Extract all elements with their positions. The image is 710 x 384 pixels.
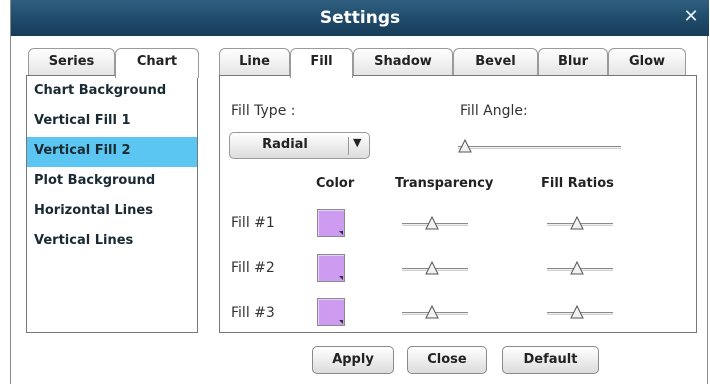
fill-settings-panel: Fill Type : Fill Angle: Radial ▼ Color T…	[219, 75, 697, 333]
slider-thumb-icon[interactable]	[570, 261, 584, 275]
list-item-vertical-fill-1[interactable]: Vertical Fill 1	[27, 107, 197, 137]
fill-1-color-swatch[interactable]	[317, 209, 345, 237]
tab-series[interactable]: Series	[28, 48, 115, 76]
default-button[interactable]: Default	[502, 346, 599, 374]
fill-3-transparency-slider[interactable]	[402, 305, 468, 320]
list-item-vertical-fill-2[interactable]: Vertical Fill 2	[27, 137, 197, 167]
slider-thumb-icon[interactable]	[425, 305, 439, 319]
slider-track	[458, 146, 621, 149]
slider-thumb-icon[interactable]	[570, 216, 584, 230]
swatch-dropdown-icon	[339, 276, 343, 280]
transparency-column-header: Transparency	[395, 176, 494, 191]
chevron-down-icon: ▼	[353, 136, 362, 149]
tab-shadow[interactable]: Shadow	[353, 48, 453, 76]
color-column-header: Color	[316, 176, 355, 191]
list-item-horizontal-lines[interactable]: Horizontal Lines	[27, 197, 197, 227]
slider-thumb-icon[interactable]	[570, 305, 584, 319]
slider-thumb-icon[interactable]	[425, 216, 439, 230]
list-item-chart-background[interactable]: Chart Background	[27, 77, 197, 107]
slider-thumb-icon[interactable]	[425, 261, 439, 275]
tab-glow[interactable]: Glow	[608, 48, 686, 76]
tab-blur[interactable]: Blur	[538, 48, 608, 76]
fill-2-ratio-slider[interactable]	[547, 261, 613, 276]
close-icon[interactable]: ✕	[681, 7, 701, 27]
fill-type-value: Radial	[262, 137, 308, 152]
fill-2-color-swatch[interactable]	[317, 254, 345, 282]
list-item-vertical-lines[interactable]: Vertical Lines	[27, 227, 197, 257]
fill-2-label: Fill #2	[231, 260, 275, 276]
fill-angle-slider[interactable]	[458, 139, 621, 154]
tab-line[interactable]: Line	[219, 48, 290, 76]
settings-dialog: Settings ✕ Series Chart Chart Background…	[10, 0, 709, 384]
fill-2-transparency-slider[interactable]	[402, 261, 468, 276]
apply-button[interactable]: Apply	[312, 346, 394, 374]
fill-type-select[interactable]: Radial ▼	[229, 132, 370, 159]
fill-angle-label: Fill Angle:	[460, 103, 528, 119]
fill-3-label: Fill #3	[231, 305, 275, 321]
fill-3-color-swatch[interactable]	[317, 298, 345, 326]
fill-type-label: Fill Type :	[231, 103, 296, 119]
slider-thumb-icon[interactable]	[458, 139, 472, 153]
tab-bevel[interactable]: Bevel	[453, 48, 538, 76]
fill-1-transparency-slider[interactable]	[402, 216, 468, 231]
fill-ratios-column-header: Fill Ratios	[541, 176, 614, 191]
fill-1-ratio-slider[interactable]	[547, 216, 613, 231]
tab-chart[interactable]: Chart	[115, 48, 199, 78]
list-item-plot-background[interactable]: Plot Background	[27, 167, 197, 197]
fill-3-ratio-slider[interactable]	[547, 305, 613, 320]
close-button[interactable]: Close	[407, 346, 487, 374]
swatch-dropdown-icon	[339, 231, 343, 235]
fill-1-label: Fill #1	[231, 215, 275, 231]
title-bar[interactable]: Settings ✕	[11, 0, 709, 36]
dialog-title: Settings	[319, 8, 401, 28]
swatch-dropdown-icon	[339, 320, 343, 324]
tab-fill[interactable]: Fill	[290, 48, 353, 78]
select-divider	[348, 137, 349, 155]
chart-element-list: Chart Background Vertical Fill 1 Vertica…	[26, 75, 198, 333]
